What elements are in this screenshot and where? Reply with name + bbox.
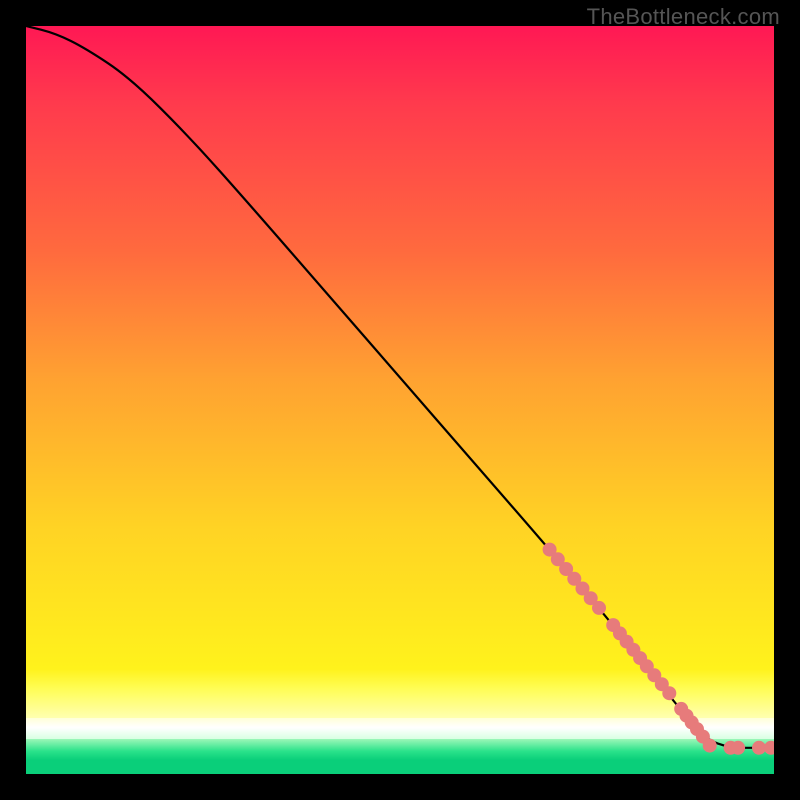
data-point bbox=[703, 739, 717, 753]
scatter-layer bbox=[26, 26, 774, 774]
plot-area bbox=[26, 26, 774, 774]
data-point bbox=[752, 741, 766, 755]
data-point bbox=[662, 686, 676, 700]
watermark-text: TheBottleneck.com bbox=[587, 4, 780, 30]
chart-container: TheBottleneck.com bbox=[0, 0, 800, 800]
data-point bbox=[731, 741, 745, 755]
data-point bbox=[592, 601, 606, 615]
data-point bbox=[764, 741, 774, 755]
highlighted-points bbox=[543, 543, 774, 755]
